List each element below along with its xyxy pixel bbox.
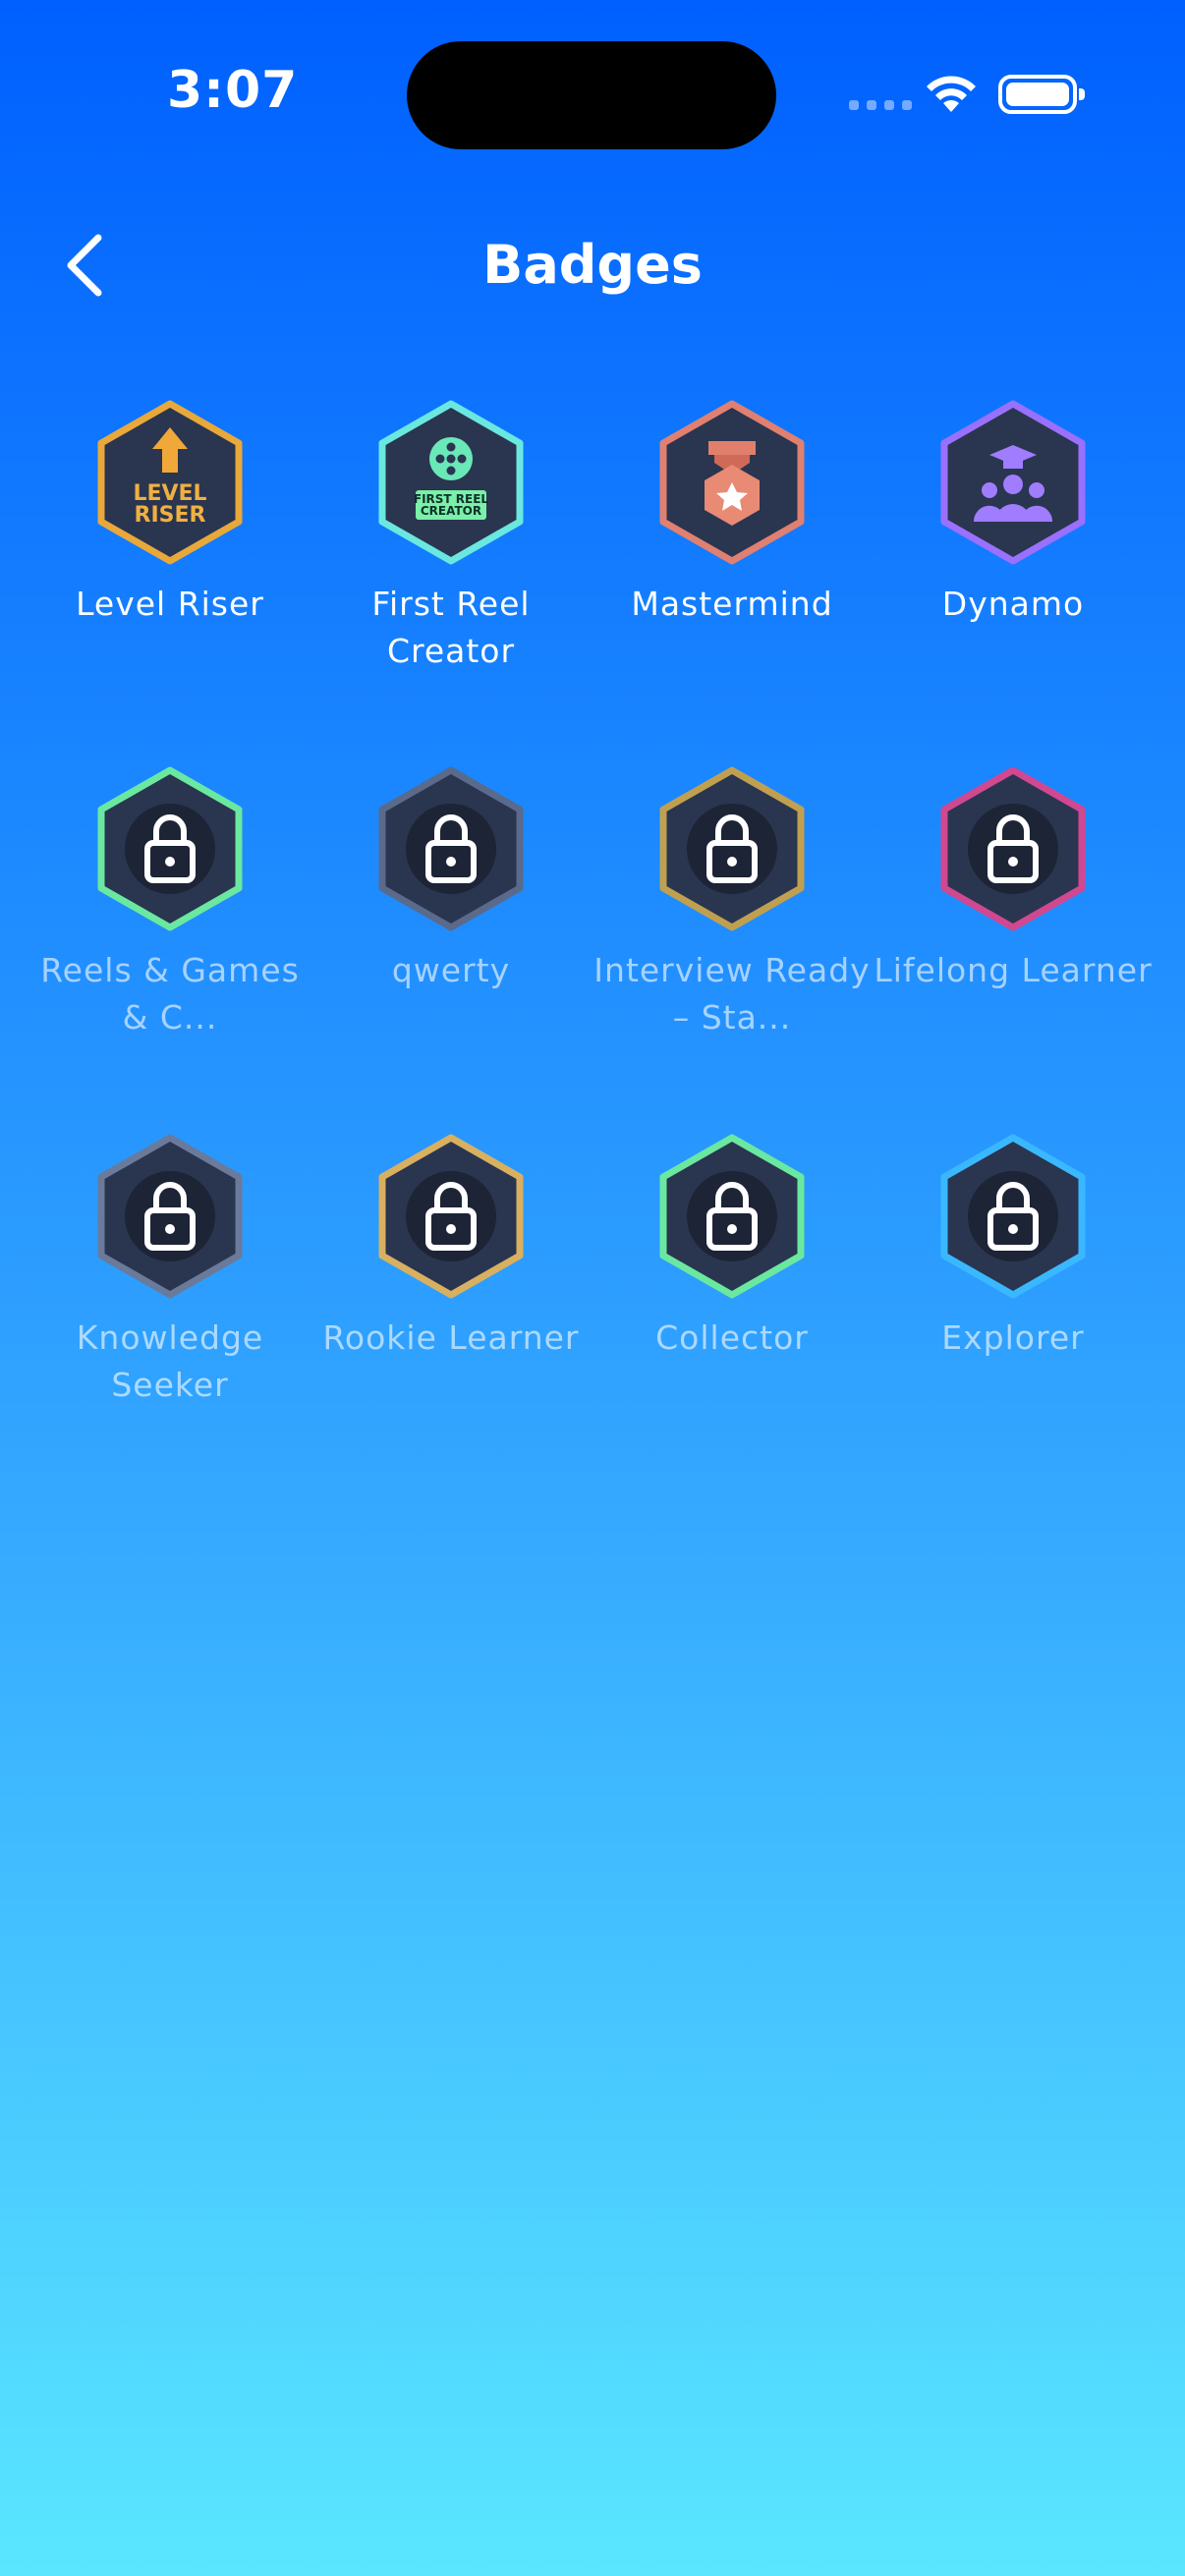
status-time: 3:07	[167, 61, 299, 120]
dynamic-island	[407, 41, 776, 149]
badge-label: Level Riser	[76, 585, 264, 623]
badge-label: Reels & Games & C...	[40, 951, 300, 1036]
lock-icon	[659, 1134, 805, 1299]
badge-emblem-text: RISER	[135, 503, 206, 528]
badge-item[interactable]: Knowledge Seeker	[29, 1132, 310, 1427]
badge-label: Rookie Learner	[322, 1318, 580, 1357]
badge-item[interactable]: qwerty	[310, 764, 592, 1059]
badge-label: Explorer	[941, 1318, 1085, 1357]
badge-item[interactable]: Explorer	[873, 1132, 1154, 1427]
lock-icon	[940, 1134, 1086, 1299]
badge-label: Lifelong Learner	[874, 951, 1153, 989]
badge-item[interactable]: Reels & Games & C...	[29, 764, 310, 1059]
film-reel-icon: FIRST REELCREATOR	[378, 400, 524, 565]
graduation-group-icon	[940, 400, 1086, 565]
badge-item[interactable]: Mastermind	[592, 398, 873, 693]
badge-item[interactable]: Rookie Learner	[310, 1132, 592, 1427]
badge-item[interactable]: Dynamo	[873, 398, 1154, 693]
badge-item[interactable]: LEVEL RISER Level Riser	[29, 398, 310, 693]
arrow-up-icon: LEVELRISER	[97, 400, 243, 565]
badge-label: Collector	[655, 1318, 809, 1357]
badge-label: First Reel Creator	[371, 585, 531, 670]
badge-label: Knowledge Seeker	[76, 1318, 264, 1404]
wifi-icon	[927, 76, 976, 112]
badge-item[interactable]: FIRST REEL CREATOR First Reel Creator	[310, 398, 592, 693]
badge-item[interactable]: Lifelong Learner	[873, 764, 1154, 1059]
header: Badges	[0, 206, 1185, 324]
medal-icon	[659, 400, 805, 565]
badge-label: qwerty	[391, 951, 511, 989]
page-title: Badges	[482, 234, 703, 296]
lock-icon	[659, 766, 805, 931]
badge-item[interactable]: Interview Ready – Sta...	[592, 764, 873, 1059]
cellular-signal-icon	[849, 100, 912, 110]
lock-icon	[940, 766, 1086, 931]
badge-item[interactable]: Collector	[592, 1132, 873, 1427]
lock-icon	[378, 1134, 524, 1299]
badge-label: Mastermind	[631, 585, 833, 623]
badge-label: Interview Ready – Sta...	[593, 951, 871, 1036]
status-bar: 3:07	[0, 0, 1185, 187]
lock-icon	[97, 1134, 243, 1299]
lock-icon	[378, 766, 524, 931]
battery-icon	[998, 75, 1085, 114]
badge-emblem-text: CREATOR	[421, 504, 481, 518]
lock-icon	[97, 766, 243, 931]
badge-label: Dynamo	[941, 585, 1085, 623]
